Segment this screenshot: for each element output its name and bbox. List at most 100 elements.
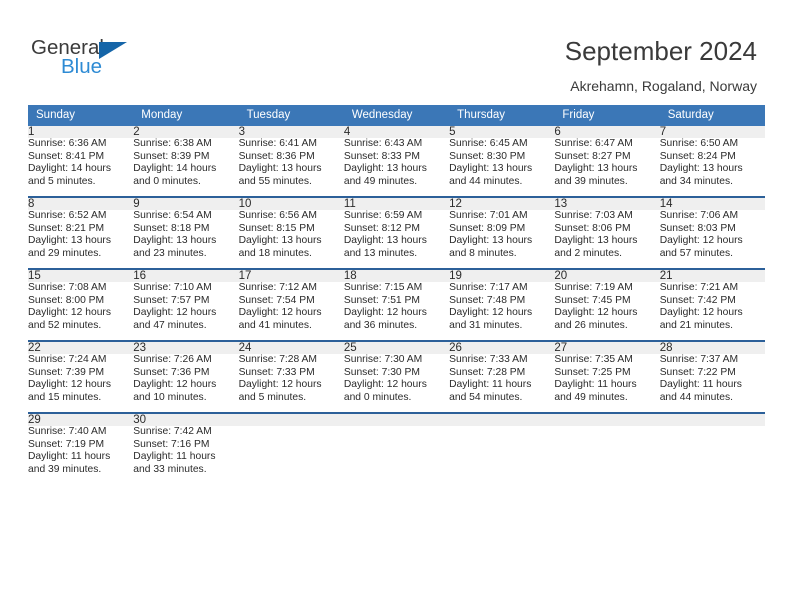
day-cell[interactable]: Sunrise: 7:33 AM Sunset: 7:28 PM Daylight:… [449,354,554,412]
day-cell[interactable]: Sunrise: 7:10 AM Sunset: 7:57 PM Daylight:… [133,282,238,340]
day-cell[interactable]: Sunrise: 7:42 AM Sunset: 7:16 PM Daylight:… [133,426,238,484]
day-number[interactable]: 24 [238,342,344,354]
general-blue-logo[interactable]: General Blue [31,37,211,87]
day-cell[interactable]: Sunrise: 7:15 AM Sunset: 7:51 PM Daylight:… [344,282,449,340]
day-cell[interactable]: Sunrise: 6:36 AM Sunset: 8:41 PM Daylight:… [28,138,133,196]
daylight-text-line2: and 26 minutes. [554,320,628,332]
sunset-text: Sunset: 7:22 PM [659,366,736,378]
day-number[interactable]: 14 [659,198,765,210]
day-cell[interactable]: Sunrise: 7:01 AM Sunset: 8:09 PM Daylight:… [449,210,554,268]
sunset-text: Sunset: 7:16 PM [133,438,210,450]
day-cell[interactable]: Sunrise: 6:41 AM Sunset: 8:36 PM Daylight:… [239,138,344,196]
day-number[interactable]: 18 [343,270,450,282]
day-cell[interactable]: Sunrise: 7:12 AM Sunset: 7:54 PM Daylight:… [239,282,344,340]
daylight-text-line1: Daylight: 11 hours [28,451,111,463]
day-cell[interactable]: Sunrise: 7:24 AM Sunset: 7:39 PM Daylight:… [28,354,133,412]
day-number[interactable]: 9 [133,198,239,210]
day-cell[interactable]: Sunrise: 6:43 AM Sunset: 8:33 PM Daylight:… [344,138,449,196]
day-cell[interactable]: Sunrise: 7:19 AM Sunset: 7:45 PM Daylight:… [554,282,659,340]
day-detail-row: Sunrise: 6:36 AM Sunset: 8:41 PM Daylight:… [28,138,765,196]
sunrise-text: Sunrise: 6:59 AM [343,210,423,221]
day-number[interactable]: 16 [133,270,239,282]
day-cell[interactable]: Sunrise: 7:08 AM Sunset: 8:00 PM Daylight:… [28,282,133,340]
sunrise-text: Sunrise: 7:12 AM [238,282,317,293]
weekday-header-sunday: Sunday [28,105,134,126]
sunrise-text: Sunrise: 7:10 AM [133,282,212,293]
day-number[interactable]: 4 [343,126,450,138]
day-number[interactable]: 15 [28,270,134,282]
sunset-text: Sunset: 7:25 PM [554,366,631,378]
day-number[interactable]: 3 [238,126,344,138]
day-cell[interactable]: Sunrise: 7:06 AM Sunset: 8:03 PM Daylight:… [660,210,765,268]
daylight-text-line2: and 0 minutes. [133,176,201,188]
daylight-text-line1: Daylight: 13 hours [133,235,217,247]
day-number[interactable]: 12 [449,198,555,210]
day-cell[interactable]: Sunrise: 7:30 AM Sunset: 7:30 PM Daylight:… [344,354,449,412]
sunrise-text: Sunrise: 7:19 AM [554,282,633,293]
day-cell[interactable]: Sunrise: 7:03 AM Sunset: 8:06 PM Daylight:… [554,210,659,268]
page-title: September 2024 [564,36,757,66]
sunset-text: Sunset: 8:18 PM [133,222,210,234]
daylight-text-line2: and 57 minutes. [659,248,733,260]
day-number[interactable]: 19 [449,270,555,282]
day-number[interactable]: 5 [449,126,555,138]
day-detail-row: Sunrise: 7:08 AM Sunset: 8:00 PM Daylight:… [28,282,765,340]
day-cell[interactable]: Sunrise: 7:35 AM Sunset: 7:25 PM Daylight:… [554,354,659,412]
sunset-text: Sunset: 8:09 PM [449,222,526,234]
day-number[interactable]: 11 [343,198,450,210]
day-number[interactable]: 7 [659,126,765,138]
daylight-text-line2: and 0 minutes. [343,392,412,404]
day-cell [449,426,554,484]
day-cell[interactable]: Sunrise: 7:26 AM Sunset: 7:36 PM Daylight:… [133,354,238,412]
day-cell[interactable]: Sunrise: 7:37 AM Sunset: 7:22 PM Daylight:… [660,354,765,412]
day-number[interactable]: 26 [449,342,555,354]
day-number[interactable]: 30 [133,414,239,426]
sunset-text: Sunset: 7:28 PM [449,366,526,378]
daylight-text-line1: Daylight: 13 hours [343,163,427,175]
daylight-text-line1: Daylight: 12 hours [449,307,533,319]
daylight-text-line1: Daylight: 11 hours [659,379,742,391]
weekday-header-monday: Monday [133,105,239,126]
day-number[interactable]: 23 [133,342,239,354]
sunrise-text: Sunrise: 6:52 AM [28,210,107,221]
day-number[interactable]: 21 [659,270,765,282]
sunrise-text: Sunrise: 6:36 AM [28,138,107,149]
day-cell[interactable]: Sunrise: 7:40 AM Sunset: 7:19 PM Daylight:… [28,426,133,484]
sunset-text: Sunset: 7:36 PM [133,366,210,378]
day-number[interactable]: 8 [28,198,134,210]
day-cell[interactable]: Sunrise: 6:45 AM Sunset: 8:30 PM Daylight:… [449,138,554,196]
day-number [449,414,555,426]
sunrise-text: Sunrise: 7:33 AM [449,354,528,365]
day-number[interactable]: 25 [343,342,450,354]
day-cell[interactable]: Sunrise: 6:38 AM Sunset: 8:39 PM Daylight:… [133,138,238,196]
day-number[interactable]: 29 [28,414,134,426]
day-number[interactable]: 6 [554,126,660,138]
day-number[interactable]: 1 [28,126,134,138]
daylight-text-line1: Daylight: 13 hours [449,163,533,175]
triangle-icon [99,42,127,59]
day-number[interactable]: 20 [554,270,660,282]
day-cell[interactable]: Sunrise: 7:21 AM Sunset: 7:42 PM Daylight:… [660,282,765,340]
day-number[interactable]: 17 [238,270,344,282]
day-cell[interactable]: Sunrise: 6:54 AM Sunset: 8:18 PM Daylight:… [133,210,238,268]
daylight-text-line2: and 2 minutes. [554,248,622,260]
day-number[interactable]: 2 [133,126,239,138]
day-number[interactable]: 27 [554,342,660,354]
daylight-text-line2: and 31 minutes. [449,320,523,332]
day-cell[interactable]: Sunrise: 6:50 AM Sunset: 8:24 PM Daylight:… [660,138,765,196]
day-number[interactable]: 13 [554,198,660,210]
day-cell[interactable]: Sunrise: 7:28 AM Sunset: 7:33 PM Daylight:… [239,354,344,412]
day-number [554,414,660,426]
day-number[interactable]: 22 [28,342,134,354]
day-number[interactable]: 28 [659,342,765,354]
day-number[interactable]: 10 [238,198,344,210]
weekday-header-saturday: Saturday [659,105,765,126]
day-cell[interactable]: Sunrise: 6:52 AM Sunset: 8:21 PM Daylight:… [28,210,133,268]
day-cell[interactable]: Sunrise: 6:56 AM Sunset: 8:15 PM Daylight:… [239,210,344,268]
day-cell[interactable]: Sunrise: 6:59 AM Sunset: 8:12 PM Daylight:… [344,210,449,268]
day-cell[interactable]: Sunrise: 6:47 AM Sunset: 8:27 PM Daylight:… [554,138,659,196]
daylight-text-line2: and 18 minutes. [238,248,312,260]
day-cell[interactable]: Sunrise: 7:17 AM Sunset: 7:48 PM Daylight:… [449,282,554,340]
sunset-text: Sunset: 8:41 PM [28,150,105,162]
sunset-text: Sunset: 8:15 PM [238,222,315,234]
